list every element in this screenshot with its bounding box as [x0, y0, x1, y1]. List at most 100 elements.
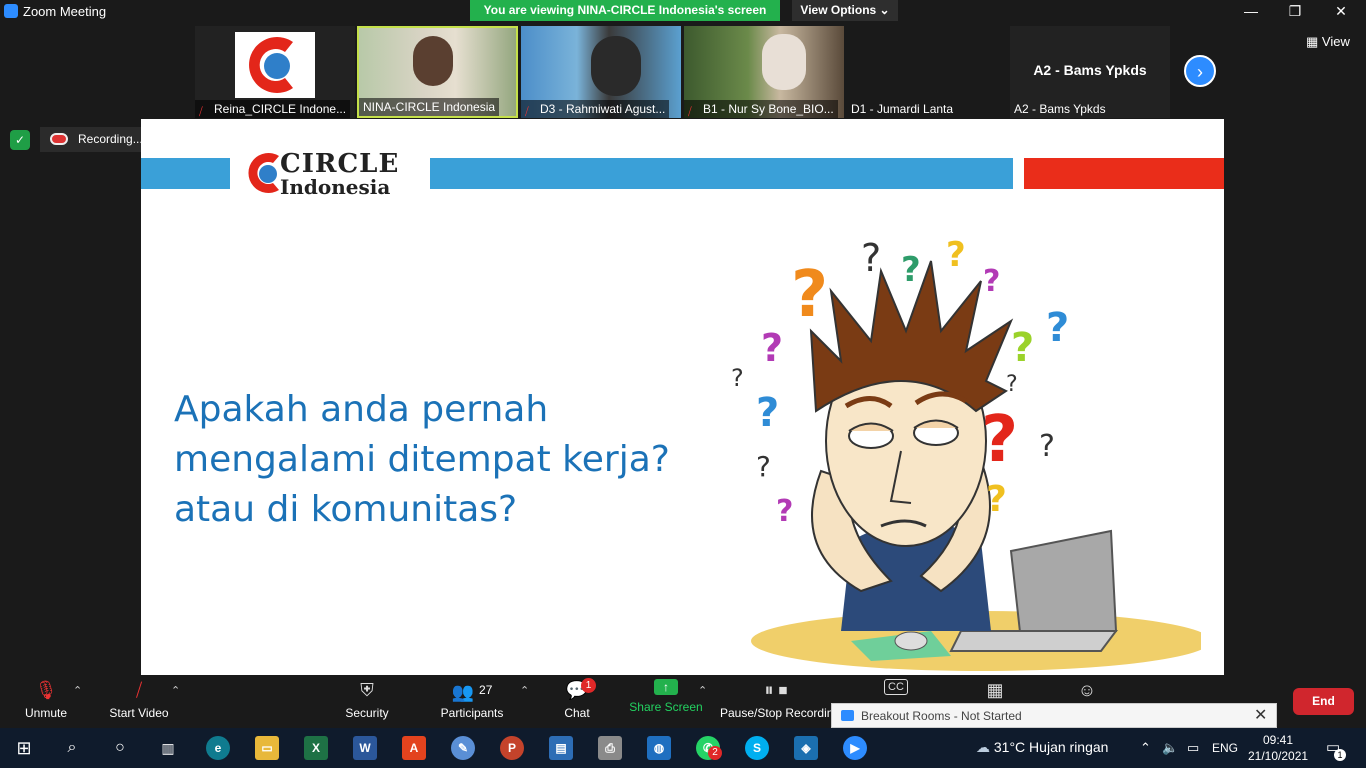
cloud-rain-icon: ☁: [976, 739, 994, 755]
svg-text:?: ?: [791, 258, 828, 332]
control-panel-icon[interactable]: ▤: [549, 736, 573, 760]
paint-icon[interactable]: ✎: [451, 736, 475, 760]
search-icon[interactable]: ⌕: [60, 736, 84, 760]
clock[interactable]: 09:41 21/10/2021: [1248, 732, 1308, 764]
audio-options-caret[interactable]: ⌃: [73, 684, 82, 697]
participant-name: D3 - Rahmiwati Agust...: [540, 102, 666, 116]
participants-icon: 👥 27: [451, 682, 493, 702]
restore-button[interactable]: ❐: [1280, 2, 1310, 20]
word-icon[interactable]: W: [353, 736, 377, 760]
svg-text:?: ?: [756, 390, 779, 436]
skype-icon[interactable]: S: [745, 736, 769, 760]
cloud-recording-icon: [50, 133, 68, 145]
active-speaker-label: A2 - Bams Ypkds: [1033, 62, 1147, 78]
svg-text:?: ?: [946, 235, 966, 275]
pause-stop-icons: ⏸ ⏹: [764, 680, 788, 700]
question-line: atau di komunitas?: [174, 489, 518, 530]
security-button[interactable]: ⛨ Security: [338, 679, 396, 720]
scanner-icon[interactable]: ⎙: [598, 736, 622, 760]
svg-text:?: ?: [761, 326, 783, 370]
whatsapp-badge: 2: [708, 746, 722, 760]
header-bar-middle: [430, 158, 1013, 189]
participant-name: A2 - Bams Ypkds: [1014, 102, 1106, 116]
pdf-reader-icon[interactable]: A: [402, 736, 426, 760]
share-options-caret[interactable]: ⌃: [698, 684, 707, 697]
windows-start-icon[interactable]: ⊞: [12, 736, 36, 760]
excel-icon[interactable]: X: [304, 736, 328, 760]
video-options-caret[interactable]: ⌃: [171, 684, 180, 697]
smiley-plus-icon: ☺: [1077, 680, 1097, 700]
participant-name: NINA-CIRCLE Indonesia: [363, 100, 496, 114]
svg-text:?: ?: [756, 450, 771, 483]
speaker-icon[interactable]: 🔈: [1162, 740, 1178, 756]
question-line: mengalami ditempat kerja?: [174, 439, 670, 480]
breakout-rooms-bar[interactable]: Breakout Rooms - Not Started: [831, 703, 1277, 728]
circle-logo-avatar: [235, 32, 315, 98]
clock-time: 09:41: [1262, 733, 1294, 747]
participants-options-caret[interactable]: ⌃: [520, 684, 529, 697]
window-title: Zoom Meeting: [23, 4, 107, 19]
powerpoint-icon[interactable]: P: [500, 736, 524, 760]
shield-icon: ⛨: [360, 680, 374, 700]
participant-tile[interactable]: ⧸ B1 - Nur Sy Bone_BIO...: [684, 26, 844, 118]
encryption-shield-icon[interactable]: ✓: [10, 130, 30, 150]
next-page-arrow-icon[interactable]: ›: [1184, 55, 1216, 87]
microphone-muted-icon: 🎙: [34, 680, 58, 700]
participant-name: B1 - Nur Sy Bone_BIO...: [703, 102, 834, 116]
breakout-close-icon[interactable]: ✕: [1254, 705, 1267, 725]
svg-text:?: ?: [1006, 372, 1018, 397]
svg-text:?: ?: [731, 364, 744, 392]
unmute-button[interactable]: 🎙 Unmute: [16, 679, 76, 720]
participants-count: 27: [479, 683, 493, 697]
show-hidden-icons-icon[interactable]: ⌃: [1140, 740, 1151, 756]
sketchup-icon[interactable]: ◈: [794, 736, 818, 760]
breakout-grid-icon: ▦: [986, 680, 1004, 700]
confused-man-illustration: ? ? ? ? ? ? ? ? ? ? ? ? ? ? ? ?: [731, 235, 1201, 671]
breakout-rooms-button[interactable]: ▦: [982, 679, 1008, 706]
mic-muted-icon: ⧸: [688, 106, 692, 118]
participant-tile-active[interactable]: NINA-CIRCLE Indonesia: [357, 26, 518, 118]
cortana-icon[interactable]: ○: [108, 736, 132, 760]
closed-caption-button[interactable]: CC: [883, 679, 909, 700]
zoom-taskbar-icon[interactable]: ▶: [843, 736, 867, 760]
participant-tile[interactable]: D1 - Jumardi Lanta: [847, 26, 1007, 118]
reactions-button[interactable]: ☺: [1074, 679, 1100, 706]
svg-text:?: ?: [1011, 325, 1034, 371]
participant-tile[interactable]: ⧸ D3 - Rahmiwati Agust...: [521, 26, 681, 118]
clock-date: 21/10/2021: [1248, 749, 1309, 763]
shared-screen-slide: CIRCLE Indonesia Apakah anda pernah meng…: [141, 119, 1224, 675]
share-screen-button[interactable]: ↑ Share Screen: [626, 679, 706, 714]
pause-stop-recording-button[interactable]: ⏸ ⏹ Pause/Stop Recording: [720, 679, 832, 720]
svg-text:?: ?: [861, 236, 881, 280]
video-off-icon: ⧸: [135, 680, 143, 700]
view-button[interactable]: ▦ View: [1306, 34, 1350, 50]
logo-text-indonesia: Indonesia: [280, 175, 391, 199]
edge-icon[interactable]: e: [206, 736, 230, 760]
svg-text:?: ?: [901, 250, 921, 290]
task-view-icon[interactable]: ▥: [156, 736, 180, 760]
minimize-button[interactable]: —: [1236, 2, 1266, 20]
view-options-button[interactable]: View Options ⌄: [792, 0, 898, 21]
cc-icon: CC: [884, 679, 908, 695]
start-video-button[interactable]: ⧸ Start Video: [102, 679, 176, 720]
question-line: Apakah anda pernah: [174, 389, 549, 430]
participants-button[interactable]: 👥 27 Participants: [436, 679, 508, 720]
svg-text:?: ?: [981, 403, 1018, 477]
chat-unread-badge: 1: [581, 678, 596, 693]
svg-text:?: ?: [983, 264, 1000, 299]
grid-icon: ▦: [1306, 34, 1322, 49]
person-head: [591, 36, 641, 96]
participant-tile[interactable]: ⧸ Reina_CIRCLE Indone...: [195, 26, 355, 118]
input-language[interactable]: ENG: [1212, 741, 1238, 755]
participant-name: D1 - Jumardi Lanta: [851, 102, 954, 116]
battery-icon[interactable]: ▭: [1187, 740, 1199, 756]
header-bar-left: [141, 158, 230, 189]
file-explorer-icon[interactable]: ▭: [255, 736, 279, 760]
network-app-icon[interactable]: ◍: [647, 736, 671, 760]
screen-share-banner: You are viewing NINA-CIRCLE Indonesia's …: [470, 0, 780, 21]
close-window-button[interactable]: ✕: [1326, 2, 1356, 20]
circle-logo-icon: [245, 150, 281, 196]
end-meeting-button[interactable]: End: [1293, 688, 1354, 715]
weather-widget[interactable]: ☁ 31°C Hujan ringan: [976, 739, 1108, 756]
notification-count: 1: [1334, 749, 1346, 761]
